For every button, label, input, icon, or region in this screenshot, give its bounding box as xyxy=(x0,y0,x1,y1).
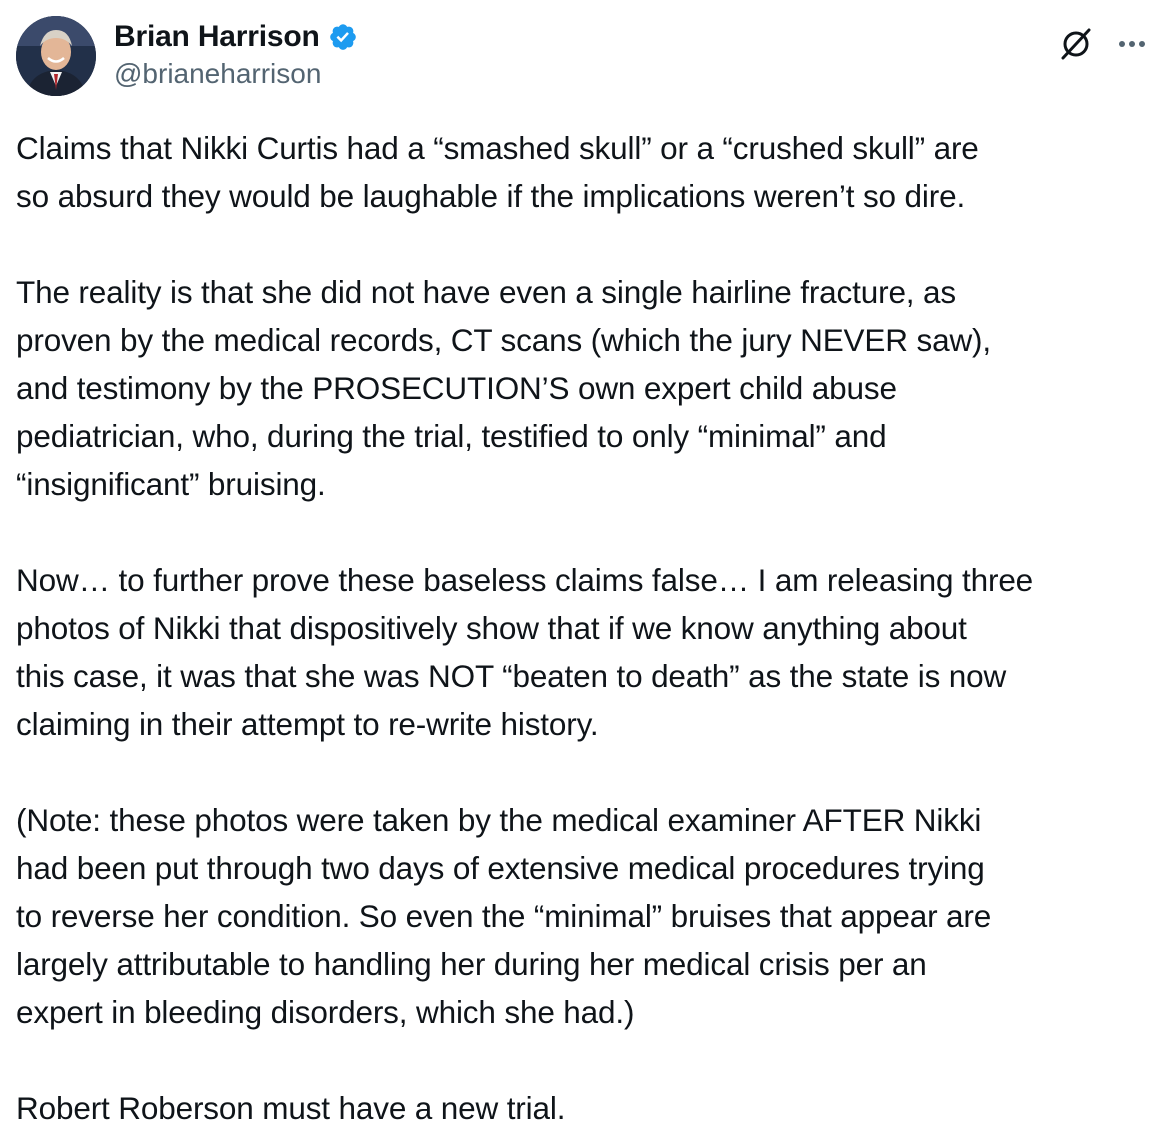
text-line: to reverse her condition. So even the “m… xyxy=(16,898,992,934)
text-line: “insignificant” bruising. xyxy=(16,466,326,502)
tweet-text: Claims that Nikki Curtis had a “smashed … xyxy=(16,124,1152,1132)
text-line: (Note: these photos were taken by the me… xyxy=(16,802,982,838)
more-options-icon[interactable] xyxy=(1112,24,1152,64)
text-line: photos of Nikki that dispositively show … xyxy=(16,610,967,646)
paragraph-4: (Note: these photos were taken by the me… xyxy=(16,796,1152,1036)
avatar-image xyxy=(16,16,96,96)
author-identity: Brian Harrison @brianeharrison xyxy=(114,18,358,90)
verified-badge-icon[interactable] xyxy=(328,22,358,52)
text-line: so absurd they would be laughable if the… xyxy=(16,178,966,214)
author-handle[interactable]: @brianeharrison xyxy=(114,58,358,90)
grok-slash-icon[interactable] xyxy=(1056,24,1096,64)
name-row: Brian Harrison xyxy=(114,18,358,56)
text-line: Now… to further prove these baseless cla… xyxy=(16,562,1034,598)
text-line: proven by the medical records, CT scans … xyxy=(16,322,991,358)
paragraph-5: Robert Roberson must have a new trial. xyxy=(16,1084,1152,1132)
paragraph-3: Now… to further prove these baseless cla… xyxy=(16,556,1152,748)
tweet-header: Brian Harrison @brianeharrison xyxy=(16,16,1148,98)
text-line: claiming in their attempt to re-write hi… xyxy=(16,706,599,742)
text-line: largely attributable to handling her dur… xyxy=(16,946,927,982)
display-name[interactable]: Brian Harrison xyxy=(114,20,320,54)
text-line: Claims that Nikki Curtis had a “smashed … xyxy=(16,130,979,166)
avatar[interactable] xyxy=(16,16,96,96)
text-line: expert in bleeding disorders, which she … xyxy=(16,994,635,1030)
text-line: The reality is that she did not have eve… xyxy=(16,274,956,310)
text-line: had been put through two days of extensi… xyxy=(16,850,985,886)
text-line: Robert Roberson must have a new trial. xyxy=(16,1090,566,1126)
text-line: and testimony by the PROSECUTION’S own e… xyxy=(16,370,897,406)
tweet: Brian Harrison @brianeharrison Claims th… xyxy=(0,0,1164,1148)
text-line: this case, it was that she was NOT “beat… xyxy=(16,658,1007,694)
paragraph-1: Claims that Nikki Curtis had a “smashed … xyxy=(16,124,1152,220)
text-line: pediatrician, who, during the trial, tes… xyxy=(16,418,887,454)
paragraph-2: The reality is that she did not have eve… xyxy=(16,268,1152,508)
